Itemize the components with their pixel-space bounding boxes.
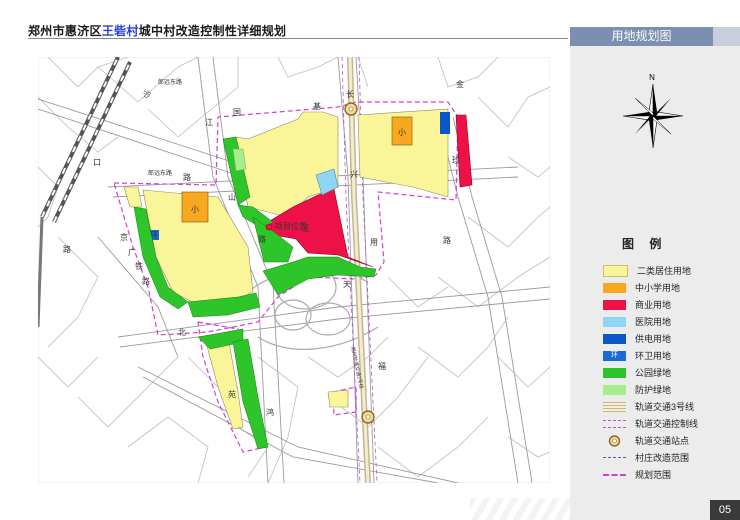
road-label: 国 bbox=[233, 108, 241, 117]
legend-item: 村庄改造范围 bbox=[603, 449, 733, 466]
legend-item: 规划范围 bbox=[603, 466, 733, 483]
legend-label: 轨道交通控制线 bbox=[635, 419, 699, 429]
page-number: 05 bbox=[710, 500, 740, 520]
legend-item: 公园绿地 bbox=[603, 364, 733, 381]
legend-swatch bbox=[603, 316, 626, 327]
north-label: N bbox=[649, 73, 655, 82]
station-icon bbox=[603, 434, 626, 448]
decorative-stripes bbox=[470, 498, 570, 520]
road-label: 京 bbox=[120, 232, 128, 242]
road-label: 广 bbox=[128, 247, 136, 257]
road-label: 长 bbox=[346, 89, 354, 99]
road-label: 北 bbox=[178, 328, 186, 337]
legend-swatch bbox=[603, 299, 626, 310]
title-highlight: 王砦村 bbox=[101, 24, 139, 38]
map-canvas: 小 小 环 项目位置 郎远东路 沙 国 基 长 金 江 口 郎远东路 路 山 兴… bbox=[38, 57, 550, 483]
legend: 二类居住用地 中小学用地 商业用地 医院用地 供电用地 环环卫用地 公园绿地 防… bbox=[603, 262, 733, 483]
road-label: 基 bbox=[313, 101, 321, 111]
road-label: 沙 bbox=[143, 90, 151, 99]
legend-swatch: 环 bbox=[603, 350, 626, 361]
legend-label: 规划范围 bbox=[635, 470, 672, 480]
legend-label: 公园绿地 bbox=[635, 368, 672, 378]
title-divider bbox=[28, 38, 568, 39]
legend-label: 供电用地 bbox=[635, 334, 672, 344]
road-label: 珍 bbox=[452, 155, 460, 165]
road-label: 路 bbox=[63, 244, 71, 254]
road-label: 福 bbox=[378, 362, 386, 371]
road-label: 郎远东路 bbox=[158, 78, 182, 86]
legend-item: 轨道交通站点 bbox=[603, 432, 733, 449]
legend-swatch bbox=[603, 264, 628, 277]
legend-swatch bbox=[603, 419, 626, 428]
legend-label: 轨道交通3号线 bbox=[635, 402, 695, 412]
legend-item: 医院用地 bbox=[603, 313, 733, 330]
legend-item: 轨道交通3号线 bbox=[603, 398, 733, 415]
school-label: 小 bbox=[191, 205, 199, 214]
panel-tab: 用地规划图 bbox=[570, 27, 713, 46]
land-use-map: 小 小 环 项目位置 郎远东路 沙 国 基 长 金 江 口 郎远东路 路 山 兴… bbox=[38, 57, 550, 483]
legend-item: 二类居住用地 bbox=[603, 262, 733, 279]
legend-swatch bbox=[603, 401, 626, 412]
road-label: 铁 bbox=[135, 261, 143, 271]
road-label: 路 bbox=[142, 276, 150, 286]
road-label: 苑 bbox=[228, 389, 236, 399]
road-label: 兴 bbox=[350, 170, 358, 179]
page-title: 郑州市惠济区王砦村城中村改造控制性详细规划 bbox=[28, 22, 286, 39]
legend-label: 防护绿地 bbox=[635, 385, 672, 395]
road-label: 路 bbox=[443, 235, 451, 245]
legend-swatch bbox=[603, 367, 626, 378]
legend-swatch bbox=[603, 333, 626, 344]
legend-item: 商业用地 bbox=[603, 296, 733, 313]
legend-label: 商业用地 bbox=[635, 300, 672, 310]
legend-label: 环卫用地 bbox=[635, 351, 672, 361]
title-prefix: 郑州市惠济区 bbox=[28, 24, 102, 38]
title-suffix: 城中村改造控制性详细规划 bbox=[138, 24, 287, 38]
legend-label: 村庄改造范围 bbox=[635, 453, 690, 463]
road-label: 山 bbox=[228, 192, 236, 202]
school-label: 小 bbox=[398, 128, 406, 137]
road-label: 天 bbox=[343, 280, 351, 289]
legend-item: 轨道交通控制线 bbox=[603, 415, 733, 432]
legend-swatch bbox=[603, 384, 626, 395]
legend-label: 二类居住用地 bbox=[637, 266, 692, 276]
panel-tab-end bbox=[713, 27, 740, 46]
legend-item: 中小学用地 bbox=[603, 279, 733, 296]
road-label: 用 bbox=[370, 238, 378, 247]
road-label: 王 bbox=[302, 224, 310, 233]
legend-swatch bbox=[603, 282, 626, 293]
legend-item: 环环卫用地 bbox=[603, 347, 733, 364]
road-label: 郎远东路 bbox=[148, 169, 172, 177]
road-label: 口 bbox=[93, 158, 101, 167]
legend-item: 防护绿地 bbox=[603, 381, 733, 398]
legend-label: 中小学用地 bbox=[635, 283, 681, 293]
legend-title: 图 例 bbox=[622, 237, 668, 251]
road-label: 路 bbox=[183, 172, 191, 182]
legend-label: 轨道交通站点 bbox=[635, 436, 690, 446]
legend-swatch bbox=[603, 473, 626, 476]
road-label: 路 bbox=[258, 234, 266, 244]
power-supply-land bbox=[440, 112, 450, 134]
legend-label: 医院用地 bbox=[635, 317, 672, 327]
road-label: 金 bbox=[456, 79, 464, 89]
road-label: 江 bbox=[205, 118, 213, 127]
road-label: 鸿 bbox=[266, 407, 274, 417]
north-arrow-icon: N bbox=[622, 73, 684, 149]
legend-item: 供电用地 bbox=[603, 330, 733, 347]
legend-swatch bbox=[603, 457, 626, 458]
